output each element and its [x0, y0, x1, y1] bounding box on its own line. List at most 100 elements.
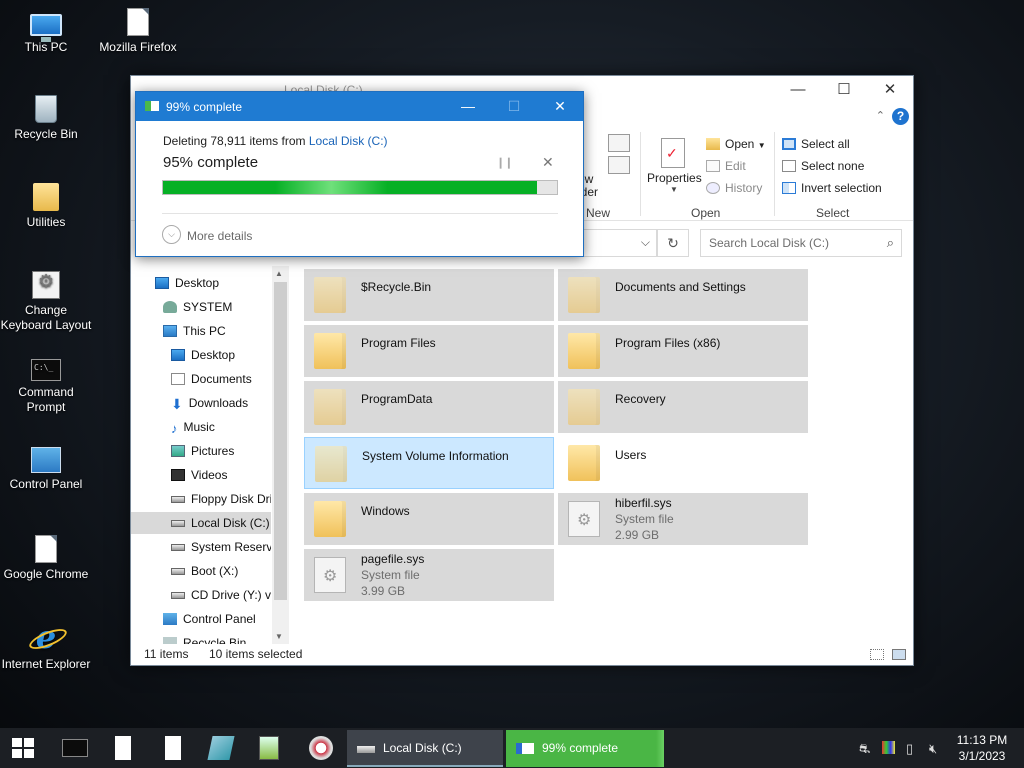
nav-item-label: Desktop — [191, 348, 236, 362]
help-icon[interactable]: ? — [892, 108, 909, 125]
command-prompt-taskbar-icon[interactable] — [62, 739, 88, 757]
details-view-icon[interactable] — [870, 649, 884, 660]
notepad-taskbar-icon[interactable] — [207, 736, 235, 760]
nav-item[interactable]: ⬇ Downloads — [131, 392, 271, 414]
desktop-icon[interactable]: Utilities — [0, 183, 92, 230]
network-icon[interactable]: ⛐ — [859, 741, 870, 759]
file-tile[interactable]: pagefile.sys System file 3.99 GB — [304, 549, 554, 601]
nav-scrollbar[interactable]: ▲ ▼ — [272, 266, 289, 644]
desktop-icon-label: Internet Explorer — [1, 657, 91, 671]
desktop-icon[interactable]: Recycle Bin — [0, 95, 92, 142]
desktop-icon[interactable]: Change Keyboard Layout — [0, 271, 92, 333]
snipping-tool-taskbar-icon[interactable] — [309, 736, 333, 760]
nav-item[interactable]: Documents — [131, 368, 271, 390]
start-button[interactable] — [12, 738, 34, 758]
dialog-close-button[interactable]: ✕ — [537, 92, 583, 121]
file-tile[interactable]: Users — [558, 437, 808, 489]
nav-item[interactable]: Videos — [131, 464, 271, 486]
folder-icon — [314, 333, 346, 369]
scroll-down-icon[interactable]: ▼ — [275, 632, 283, 641]
desktop-icon[interactable]: e Internet Explorer — [0, 621, 92, 672]
down-icon: ⬇ — [171, 396, 183, 412]
properties-icon[interactable]: ✓ — [661, 138, 685, 168]
taskbar-progress-task[interactable]: 99% complete — [506, 730, 664, 767]
dialog-titlebar[interactable]: 99% complete — ☐ ✕ — [136, 92, 583, 121]
ribbon-collapse-icon[interactable]: ⌃ — [876, 109, 885, 122]
nav-item[interactable]: This PC — [131, 320, 271, 342]
open-button[interactable]: Open ▼ — [706, 137, 766, 151]
more-details-button[interactable]: More details — [187, 229, 252, 243]
file-tile[interactable]: hiberfil.sys System file 2.99 GB — [558, 493, 808, 545]
taskbar: Local Disk (C:) 99% complete ⛐ ▯ 🔇︎ 11:1… — [0, 728, 1024, 768]
search-icon[interactable]: ⌕ — [887, 235, 894, 251]
desktop-icon[interactable]: Mozilla Firefox — [92, 8, 184, 55]
navigation-pane: Desktop SYSTEM This PC Desktop Documents ⬇ Dow… — [131, 266, 273, 644]
nav-item[interactable]: Desktop — [131, 272, 271, 294]
desktop-icon[interactable]: This PC — [0, 8, 92, 55]
invert-selection-button[interactable]: Invert selection — [782, 181, 882, 195]
file-tile[interactable]: Recovery — [558, 381, 808, 433]
nav-item-label: Boot (X:) — [191, 564, 239, 578]
edit-button[interactable]: Edit — [706, 159, 746, 173]
select-none-button[interactable]: Select none — [782, 159, 864, 173]
search-box[interactable]: ⌕ — [700, 229, 902, 257]
desktop-icon[interactable]: C:\_ Command Prompt — [0, 359, 92, 415]
document-taskbar-icon[interactable] — [115, 736, 131, 760]
taskbar-explorer-task[interactable]: Local Disk (C:) — [347, 730, 503, 767]
easy-access-icon[interactable] — [608, 156, 630, 174]
file-name: Recovery — [615, 392, 666, 406]
nav-item[interactable]: SYSTEM — [131, 296, 271, 318]
cancel-icon[interactable]: ✕ — [542, 154, 554, 171]
desktop-icon-label: Recycle Bin — [14, 127, 78, 141]
file-tile[interactable]: ProgramData — [304, 381, 554, 433]
nav-scroll-thumb[interactable] — [274, 282, 287, 600]
display-icon[interactable] — [882, 741, 895, 754]
status-bar: 11 items 10 items selected — [131, 643, 913, 665]
desktop-icon[interactable]: Google Chrome — [0, 535, 92, 582]
progress-bar — [162, 180, 558, 195]
file-tile[interactable]: Windows — [304, 493, 554, 545]
nav-item[interactable]: Desktop — [131, 344, 271, 366]
chevron-down-icon[interactable]: ⌵ — [162, 225, 181, 244]
select-all-button[interactable]: Select all — [782, 137, 850, 151]
nav-item[interactable]: Local Disk (C:) — [131, 512, 271, 534]
copy-path-icon[interactable] — [608, 134, 630, 152]
file-tile[interactable]: $Recycle.Bin — [304, 269, 554, 321]
desktop-icon[interactable]: Control Panel — [0, 447, 92, 492]
source-location-link[interactable]: Local Disk (C:) — [309, 134, 388, 148]
nav-item[interactable]: Floppy Disk Dri — [131, 488, 271, 510]
nav-item[interactable]: Boot (X:) — [131, 560, 271, 582]
close-button[interactable]: ✕ — [867, 76, 913, 104]
file-tile[interactable]: Program Files — [304, 325, 554, 377]
refresh-button[interactable]: ↻ — [657, 229, 689, 257]
ribbon-group-new: New — [586, 206, 611, 220]
file-tile[interactable]: Documents and Settings — [558, 269, 808, 321]
task-manager-taskbar-icon[interactable] — [259, 736, 279, 760]
tiles-view-icon[interactable] — [892, 649, 906, 660]
usb-icon[interactable]: ▯ — [906, 741, 913, 757]
file-tile[interactable]: Program Files (x86) — [558, 325, 808, 377]
properties-button[interactable]: Properties — [647, 171, 702, 185]
scroll-up-icon[interactable]: ▲ — [275, 269, 283, 278]
nav-item[interactable]: Pictures — [131, 440, 271, 462]
properties-dropdown-icon[interactable]: ▼ — [670, 185, 678, 194]
nav-item[interactable]: System Reserve — [131, 536, 271, 558]
nav-item-label: This PC — [183, 324, 226, 338]
volume-muted-icon[interactable]: 🔇︎ — [929, 741, 937, 757]
file-name: Program Files — [361, 336, 436, 350]
nav-item[interactable]: Control Panel — [131, 608, 271, 630]
recycle-bin-icon — [35, 95, 57, 123]
search-input[interactable] — [701, 230, 871, 256]
document-taskbar-icon[interactable] — [165, 736, 181, 760]
folder-icon — [568, 277, 600, 313]
file-tile[interactable]: System Volume Information — [304, 437, 554, 489]
nav-item[interactable]: ♪ Music — [131, 416, 271, 438]
history-button[interactable]: History — [706, 181, 762, 195]
chevron-down-icon[interactable]: ⌵ — [641, 235, 650, 250]
nav-item[interactable]: CD Drive (Y:) vi — [131, 584, 271, 606]
dialog-minimize-button[interactable]: — — [445, 92, 491, 121]
pause-icon[interactable]: ❙❙ — [496, 156, 513, 169]
maximize-button[interactable]: ☐ — [821, 76, 867, 104]
clock[interactable]: 11:13 PM 3/1/2023 — [951, 732, 1013, 764]
minimize-button[interactable]: — — [775, 76, 821, 104]
